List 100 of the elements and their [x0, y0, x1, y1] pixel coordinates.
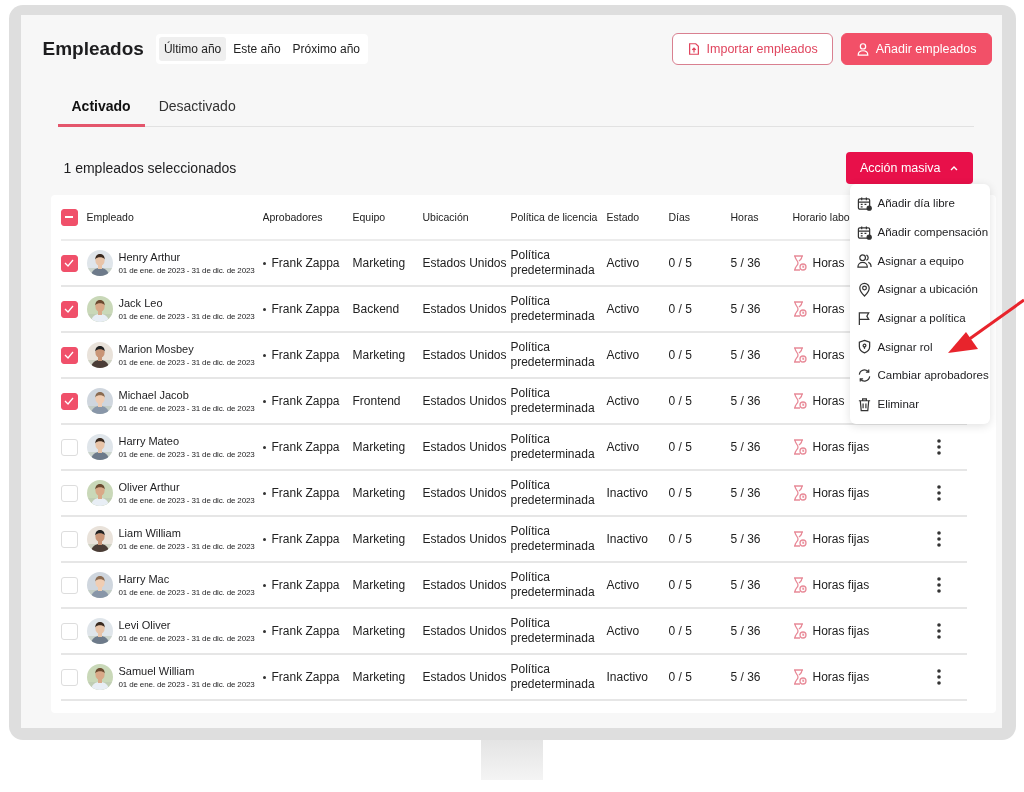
hourglass-icon	[792, 393, 807, 409]
menu-item[interactable]: Asignar a equipo	[849, 246, 990, 276]
column-header: Ubicación	[422, 211, 470, 223]
calendar-icon	[856, 195, 872, 211]
table-cell-text: 0 / 5	[668, 394, 693, 408]
table-cell-text: Estados Unidos	[422, 578, 508, 592]
bulk-action-button[interactable]: Acción masiva	[845, 152, 973, 184]
table-cell-text: Estados Unidos	[422, 486, 508, 500]
refresh-icon	[856, 367, 872, 383]
column-header: Días	[668, 211, 692, 223]
date-range: 01 de ene. de 2023 - 31 de dic. de 2023	[118, 450, 255, 459]
period-tab[interactable]: Este año	[228, 37, 286, 61]
table-cell-text: Activo	[606, 256, 641, 270]
more-options-icon[interactable]	[936, 577, 941, 593]
table-cell-text: Política predeterminada	[510, 524, 596, 554]
schedule-name: Horas fijas	[812, 440, 870, 454]
row-checkbox[interactable]	[60, 392, 78, 410]
table-cell-text: Frontend	[352, 394, 402, 408]
menu-item[interactable]: Asignar a ubicación	[849, 275, 990, 304]
location-pin-icon	[856, 281, 872, 297]
menu-item[interactable]: Asignar rol	[849, 332, 990, 362]
schedule-name: Horas fijas	[812, 486, 870, 500]
table-cell-text: 0 / 5	[668, 348, 693, 362]
table-cell-text: Política predeterminada	[510, 294, 596, 324]
table-cell-text: Estados Unidos	[422, 348, 508, 362]
table-cell-text: Estados Unidos	[422, 532, 508, 546]
calendar-icon	[856, 224, 872, 240]
table-cell-text: 5 / 36	[730, 302, 762, 316]
menu-item-label: Añadir día libre	[877, 197, 955, 210]
table-cell-text: Inactivo	[606, 670, 649, 684]
table-cell-text: Activo	[606, 348, 641, 362]
date-range: 01 de ene. de 2023 - 31 de dic. de 2023	[118, 312, 255, 321]
date-range: 01 de ene. de 2023 - 31 de dic. de 2023	[118, 496, 255, 505]
column-header: Horas	[730, 211, 760, 223]
period-tab[interactable]: Último año	[158, 37, 227, 61]
table-cell-text: Estados Unidos	[422, 440, 508, 454]
table-cell-text: Marketing	[352, 532, 407, 546]
table-cell-text: 5 / 36	[730, 532, 762, 546]
menu-item-label: Asignar rol	[877, 340, 933, 353]
menu-item[interactable]: Añadir compensación	[849, 217, 990, 247]
table-cell-text: 5 / 36	[730, 256, 762, 270]
more-options-icon[interactable]	[936, 531, 941, 547]
date-range: 01 de ene. de 2023 - 31 de dic. de 2023	[118, 266, 255, 275]
column-header: Estado	[606, 211, 641, 223]
table-cell-text: Política predeterminada	[510, 616, 596, 646]
hourglass-icon	[792, 347, 807, 363]
menu-item-label: Cambiar aprobadores	[877, 369, 989, 382]
schedule-name: Horas fijas	[812, 532, 870, 546]
table-cell-text: Marketing	[352, 348, 407, 362]
approver-name: Frank Zappa	[271, 578, 340, 592]
schedule-name: Horas	[812, 256, 845, 270]
status-tab[interactable]: Activado	[57, 91, 145, 127]
column-header: Empleado	[86, 211, 135, 223]
menu-item-label: Asignar a política	[877, 312, 966, 325]
table-cell-text: Inactivo	[606, 532, 649, 546]
people-icon	[856, 253, 872, 269]
table-cell-text: 5 / 36	[730, 348, 762, 362]
menu-item[interactable]: Añadir día libre	[849, 189, 990, 218]
table-cell-text: Backend	[352, 302, 401, 316]
check-icon	[64, 351, 74, 359]
menu-item[interactable]: Cambiar aprobadores	[849, 361, 990, 390]
date-range: 01 de ene. de 2023 - 31 de dic. de 2023	[118, 634, 255, 643]
approver-name: Frank Zappa	[271, 532, 340, 546]
date-range: 01 de ene. de 2023 - 31 de dic. de 2023	[118, 588, 255, 597]
status-tab[interactable]: Desactivado	[144, 91, 250, 127]
menu-item[interactable]: Asignar a política	[849, 303, 990, 333]
row-checkbox[interactable]	[60, 300, 78, 318]
table-cell-text: Política predeterminada	[510, 432, 596, 462]
more-options-icon[interactable]	[936, 669, 941, 685]
table-cell-text: 5 / 36	[730, 394, 762, 408]
table-cell-text: Marketing	[352, 624, 407, 638]
monitor-stand	[481, 740, 543, 780]
schedule-name: Horas fijas	[812, 578, 870, 592]
table-cell-text: Política predeterminada	[510, 478, 596, 508]
period-tab[interactable]: Próximo año	[287, 37, 365, 61]
more-options-icon[interactable]	[936, 485, 941, 501]
row-checkbox[interactable]	[60, 254, 78, 272]
hourglass-icon	[792, 301, 807, 317]
check-icon	[64, 259, 74, 267]
table-cell-text: 5 / 36	[730, 670, 762, 684]
select-all-checkbox[interactable]	[60, 208, 78, 226]
approver-name: Frank Zappa	[271, 394, 340, 408]
employee-name: Jack Leo	[118, 297, 164, 309]
check-icon	[64, 305, 74, 313]
table-cell-text: 5 / 36	[730, 440, 762, 454]
menu-item[interactable]: Eliminar	[849, 389, 990, 419]
menu-item-label: Añadir compensación	[877, 226, 989, 239]
column-header: Horario labo	[792, 211, 851, 223]
approver-name: Frank Zappa	[271, 256, 340, 270]
hourglass-icon	[792, 255, 807, 271]
table-cell-text: Estados Unidos	[422, 624, 508, 638]
schedule-name: Horas fijas	[812, 670, 870, 684]
table-cell-text: 0 / 5	[668, 670, 693, 684]
more-options-icon[interactable]	[936, 439, 941, 455]
table-cell-text: 5 / 36	[730, 624, 762, 638]
column-header: Política de licencia	[510, 211, 599, 223]
date-range: 01 de ene. de 2023 - 31 de dic. de 2023	[118, 542, 255, 551]
more-options-icon[interactable]	[936, 623, 941, 639]
import-button[interactable]: Importar empleados	[671, 33, 833, 65]
row-checkbox[interactable]	[60, 346, 78, 364]
